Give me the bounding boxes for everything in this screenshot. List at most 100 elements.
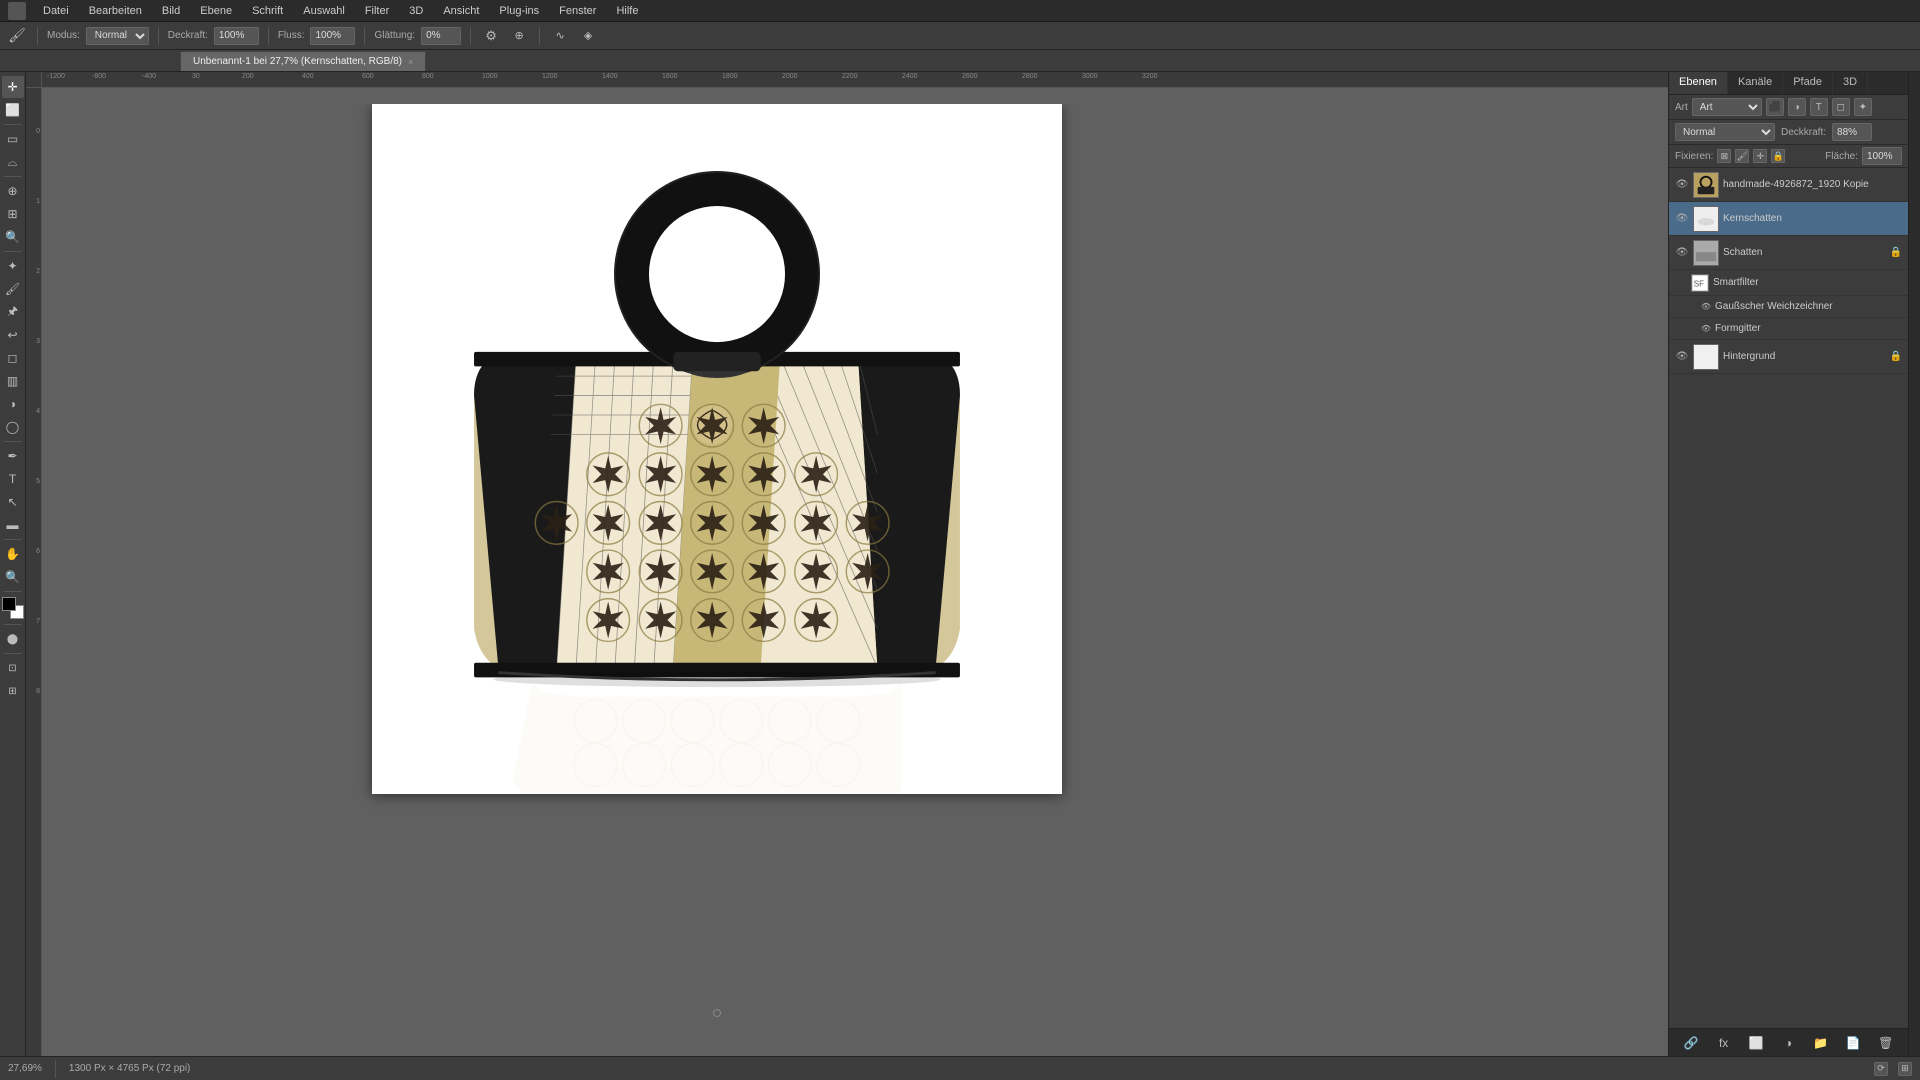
layer-eye-hintergrund[interactable]: 👁 [1675, 350, 1689, 364]
menu-3d[interactable]: 3D [406, 3, 426, 19]
ruler-h-tick: 800 [422, 72, 434, 80]
blur-tool[interactable]: ◑ [2, 393, 24, 415]
layer-gausscher[interactable]: 👁 Gaußscher Weichzeichner [1669, 296, 1908, 318]
quick-select-tool[interactable]: ⊕ [2, 180, 24, 202]
fix-transparency-icon[interactable]: ⊠ [1717, 149, 1731, 163]
blend-mode-dropdown[interactable]: Normal [1675, 123, 1775, 141]
fluss-input[interactable] [310, 27, 355, 45]
brush-tool[interactable]: 🖌 [2, 278, 24, 300]
menu-schrift[interactable]: Schrift [249, 3, 286, 19]
layers-filter-bar: Art Art ⬛ ◑ T ◻ ✦ [1669, 95, 1908, 120]
path-select-tool[interactable]: ↖ [2, 491, 24, 513]
gradient-tool[interactable]: ▥ [2, 370, 24, 392]
history-tool[interactable]: ↩ [2, 324, 24, 346]
menu-datei[interactable]: Datei [40, 3, 72, 19]
layer-eye-gausscher[interactable]: 👁 [1701, 300, 1711, 314]
pen-tool[interactable]: ✒ [2, 445, 24, 467]
canvas-scroll[interactable] [42, 104, 1668, 1056]
layer-delete-icon[interactable]: 🗑 [1877, 1034, 1895, 1052]
fix-brush-icon[interactable]: 🖌 [1735, 149, 1749, 163]
lasso-tool[interactable]: ⌓ [2, 151, 24, 173]
layer-handmade-kopie[interactable]: 👁 handmade-4926872_1920 Kopie [1669, 168, 1908, 202]
menu-bearbeiten[interactable]: Bearbeiten [86, 3, 145, 19]
marquee-tool[interactable]: ▭ [2, 128, 24, 150]
menu-plugins[interactable]: Plug-ins [496, 3, 542, 19]
zoom-tool[interactable]: 🔍 [2, 566, 24, 588]
menu-ebene[interactable]: Ebene [197, 3, 235, 19]
layer-folder-icon[interactable]: 📁 [1812, 1034, 1830, 1052]
eraser-tool[interactable]: ◻ [2, 347, 24, 369]
ruler-v-tick: 3 [26, 338, 41, 345]
deckraft-input[interactable] [214, 27, 259, 45]
move-tool[interactable]: ✛ [2, 76, 24, 98]
layer-adjustment-icon[interactable]: ◑ [1779, 1034, 1797, 1052]
filter-adjust-icon[interactable]: ◑ [1788, 98, 1806, 116]
layer-eye-3[interactable]: 👁 [1675, 246, 1689, 260]
pressure-icon[interactable]: ∿ [549, 25, 571, 47]
shape-tool[interactable]: ▬ [2, 514, 24, 536]
menu-bild[interactable]: Bild [159, 3, 183, 19]
hand-tool[interactable]: ✋ [2, 543, 24, 565]
quick-mask-tool[interactable]: ⬤ [2, 628, 24, 650]
panel-tab-kanale[interactable]: Kanäle [1728, 72, 1783, 94]
filter-smart-icon[interactable]: ✦ [1854, 98, 1872, 116]
filter-pixel-icon[interactable]: ⬛ [1766, 98, 1784, 116]
menu-filter[interactable]: Filter [362, 3, 392, 19]
layer-eye-formgitter[interactable]: 👁 [1701, 322, 1711, 336]
artboard-tool[interactable]: ⬜ [2, 99, 24, 121]
crop-tool[interactable]: ⊞ [2, 203, 24, 225]
ruler-h-tick: 600 [362, 72, 374, 80]
glattung-input[interactable] [421, 27, 461, 45]
modus-dropdown[interactable]: Normal [86, 27, 149, 45]
layer-filter-icon[interactable]: 🔗 [1682, 1034, 1700, 1052]
eyedropper-tool[interactable]: 🔍 [2, 226, 24, 248]
layer-formgitter[interactable]: 👁 Formgitter [1669, 318, 1908, 340]
layer-new-icon[interactable]: 📄 [1844, 1034, 1862, 1052]
panel-tab-ebenen[interactable]: Ebenen [1669, 72, 1728, 94]
menu-hilfe[interactable]: Hilfe [613, 3, 641, 19]
layer-kernschatten[interactable]: 👁 Kernschatten [1669, 202, 1908, 236]
extra-tool[interactable]: ⊞ [2, 680, 24, 702]
heal-tool[interactable]: ✦ [2, 255, 24, 277]
right-panel: Ebenen Kanäle Pfade 3D Art Art ⬛ ◑ T ◻ ✦… [1668, 72, 1908, 1056]
flache-input[interactable] [1862, 147, 1902, 165]
layer-eye-2[interactable]: 👁 [1675, 212, 1689, 226]
status-history-icon[interactable]: ⟳ [1874, 1062, 1888, 1076]
foreground-color[interactable] [2, 597, 16, 611]
ruler-v-tick: 4 [26, 408, 41, 415]
ruler-h-tick: 1000 [482, 72, 498, 80]
panel-tab-pfade[interactable]: Pfade [1783, 72, 1833, 94]
layer-fx-icon[interactable]: fx [1715, 1034, 1733, 1052]
opacity-input[interactable] [1832, 123, 1872, 141]
art-dropdown[interactable]: Art [1692, 98, 1762, 116]
layer-eye-1[interactable]: 👁 [1675, 178, 1689, 192]
menu-ansicht[interactable]: Ansicht [440, 3, 482, 19]
screen-mode-tool[interactable]: ⊡ [2, 657, 24, 679]
filter-text-icon[interactable]: T [1810, 98, 1828, 116]
layer-schatten[interactable]: 👁 Schatten 🔒 [1669, 236, 1908, 270]
tool-separator-1 [4, 124, 22, 125]
dodge-tool[interactable]: ◯ [2, 416, 24, 438]
fix-position-icon[interactable]: ✛ [1753, 149, 1767, 163]
color-picker[interactable] [2, 597, 24, 619]
text-tool[interactable]: T [2, 468, 24, 490]
document-tab[interactable]: Unbenannt-1 bei 27,7% (Kernschatten, RGB… [180, 51, 426, 71]
layer-smartfilter[interactable]: SF Smartfilter [1669, 270, 1908, 296]
tab-close-button[interactable]: × [408, 57, 413, 67]
ruler-h-tick: 1200 [542, 72, 558, 80]
layer-mask-icon[interactable]: ⬜ [1747, 1034, 1765, 1052]
stamp-tool[interactable]: 🖈 [2, 301, 24, 323]
layer-name-formgitter: Formgitter [1715, 323, 1902, 334]
ruler-h-tick: 3000 [1082, 72, 1098, 80]
right-scrollbar[interactable] [1908, 72, 1920, 1056]
panel-tab-3d[interactable]: 3D [1833, 72, 1868, 94]
layer-hintergrund[interactable]: 👁 Hintergrund 🔒 [1669, 340, 1908, 374]
menu-fenster[interactable]: Fenster [556, 3, 599, 19]
status-info-icon[interactable]: ⊞ [1898, 1062, 1912, 1076]
filter-shape-icon[interactable]: ◻ [1832, 98, 1850, 116]
angle-icon[interactable]: ⊕ [508, 25, 530, 47]
settings-icon[interactable]: ⚙ [480, 25, 502, 47]
fix-all-icon[interactable]: 🔒 [1771, 149, 1785, 163]
airbrush-icon[interactable]: ◈ [577, 25, 599, 47]
menu-auswahl[interactable]: Auswahl [300, 3, 348, 19]
